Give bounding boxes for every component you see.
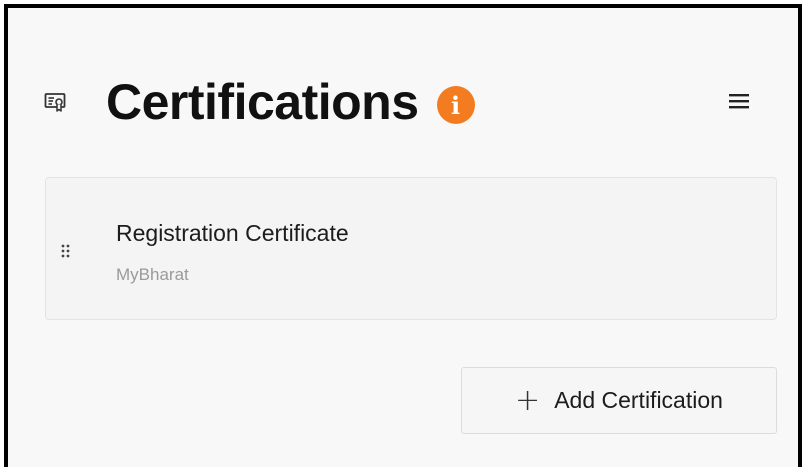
certificate-icon — [44, 91, 66, 113]
plus-icon: + — [515, 382, 541, 418]
add-certification-label: Add Certification — [554, 387, 723, 413]
info-icon[interactable]: i — [436, 86, 475, 124]
drag-handle-icon[interactable] — [60, 243, 72, 259]
certification-card[interactable]: Registration Certificate MyBharat — [45, 177, 777, 320]
certification-title: Registration Certificate — [116, 220, 349, 246]
add-certification-button[interactable]: + Add Certification — [461, 367, 777, 434]
hamburger-menu-icon[interactable] — [726, 90, 752, 112]
section-title: Certifications — [106, 74, 419, 130]
certifications-panel: Certifications i Registration Certificat… — [4, 4, 802, 467]
section-header: Certifications i — [44, 66, 475, 138]
certification-issuer: MyBharat — [116, 265, 189, 284]
